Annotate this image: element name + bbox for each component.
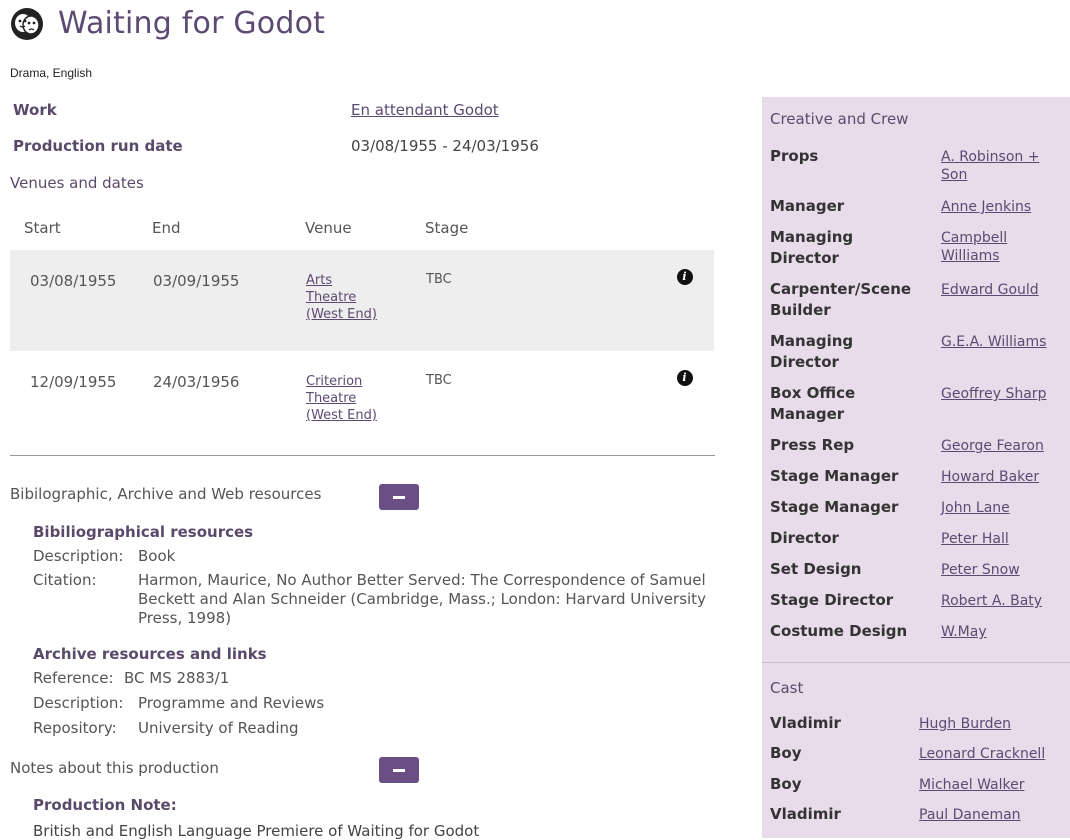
stage: TBC xyxy=(426,373,452,388)
end-date: 03/09/1955 xyxy=(153,272,240,290)
reference-value: BC MS 2883/1 xyxy=(124,669,230,687)
info-icon[interactable]: i xyxy=(676,269,693,285)
crew-name-link[interactable]: Robert A. Baty xyxy=(941,592,1066,610)
theatre-masks-icon xyxy=(11,7,43,40)
crew-role: Stage Manager xyxy=(770,498,899,516)
info-cell: i xyxy=(655,351,714,449)
crew-role: Managing Director xyxy=(770,228,854,267)
cast-role: Vladimir xyxy=(770,714,841,732)
production-note-text: British and English Language Premiere of… xyxy=(33,822,480,840)
crew-name-link[interactable]: G.E.A. Williams xyxy=(941,333,1066,351)
run-date-value: 03/08/1955 - 24/03/1956 xyxy=(351,137,539,155)
archive-description-value: Programme and Reviews xyxy=(138,694,325,712)
collapse-notes-button[interactable] xyxy=(379,757,419,783)
cast-role: Vladimir xyxy=(770,805,841,823)
col-end: End xyxy=(152,219,181,237)
venue-line: Theatre xyxy=(306,290,357,305)
divider xyxy=(10,455,715,456)
notes-heading: Notes about this production xyxy=(10,759,219,777)
crew-name-link[interactable]: Geoffrey Sharp xyxy=(941,385,1066,403)
cast-role: Boy xyxy=(770,744,802,762)
start-date: 03/08/1955 xyxy=(30,272,117,290)
crew-name-link[interactable]: W.May xyxy=(941,623,1066,641)
venue-link[interactable]: Criterion Theatre (West End) xyxy=(306,373,424,424)
venue-line: Theatre xyxy=(306,391,357,406)
sidebar: Creative and Crew Props A. Robinson + So… xyxy=(762,97,1070,838)
repository-key: Repository: xyxy=(33,719,117,737)
work-link[interactable]: En attendant Godot xyxy=(351,101,499,119)
work-label: Work xyxy=(13,101,57,119)
info-icon[interactable]: i xyxy=(676,370,693,386)
table-row: 12/09/1955 24/03/1956 Criterion Theatre … xyxy=(10,351,714,449)
stage: TBC xyxy=(426,272,452,287)
crew-role: Stage Director xyxy=(770,591,894,609)
venues-table: Start End Venue Stage 03/08/1955 03/09/1… xyxy=(10,206,714,449)
table-row: 03/08/1955 03/09/1955 Arts Theatre (West… xyxy=(10,250,714,351)
resources-heading: Bibilographic, Archive and Web resources xyxy=(10,485,322,503)
crew-role: Box Office Manager xyxy=(770,384,856,423)
crew-name-link[interactable]: Edward Gould xyxy=(941,281,1066,299)
venue-line: (West End) xyxy=(306,408,377,423)
venues-header-row: Start End Venue Stage xyxy=(10,206,714,250)
citation-key: Citation: xyxy=(33,571,97,589)
cast-name-link[interactable]: Michael Walker xyxy=(919,777,1024,793)
crew-name-link[interactable]: Campbell Williams xyxy=(941,229,1021,265)
start-date: 12/09/1955 xyxy=(30,373,117,391)
cast-role: Boy xyxy=(770,775,802,793)
venue-line: Arts xyxy=(306,273,333,288)
col-info xyxy=(655,206,714,250)
cast-name-link[interactable]: Paul Daneman xyxy=(919,807,1021,823)
crew-name-link[interactable]: Peter Hall xyxy=(941,530,1066,548)
crew-heading: Creative and Crew xyxy=(770,110,909,128)
run-date-label: Production run date xyxy=(13,137,183,155)
collapse-resources-button[interactable] xyxy=(379,484,419,510)
col-start: Start xyxy=(24,219,61,237)
info-cell: i xyxy=(655,250,714,351)
crew-role: Stage Manager xyxy=(770,467,899,485)
title-row: Waiting for Godot xyxy=(10,6,325,41)
page-title: Waiting for Godot xyxy=(58,6,326,41)
venue-line: (West End) xyxy=(306,307,377,322)
cast-heading: Cast xyxy=(770,679,804,697)
crew-name-link[interactable]: Howard Baker xyxy=(941,468,1066,486)
production-note-heading: Production Note: xyxy=(33,796,177,814)
cast-name-link[interactable]: Leonard Cracknell xyxy=(919,746,1045,762)
crew-role: Costume Design xyxy=(770,622,908,640)
col-stage: Stage xyxy=(425,219,469,237)
crew-role: Props xyxy=(770,147,819,165)
crew-name-link[interactable]: A. Robinson + Son xyxy=(941,148,1066,184)
crew-name-link[interactable]: George Fearon xyxy=(941,437,1066,455)
sidebar-divider xyxy=(762,662,1070,663)
genre-text: Drama, English xyxy=(10,66,93,80)
crew-role: Manager xyxy=(770,197,845,215)
archive-description-key: Description: xyxy=(33,694,124,712)
biblio-heading: Bibiliographical resources xyxy=(33,523,254,541)
crew-role: Carpenter/Scene Builder xyxy=(770,280,912,319)
venue-line: Criterion xyxy=(306,374,363,389)
end-date: 24/03/1956 xyxy=(153,373,240,391)
venues-heading: Venues and dates xyxy=(10,174,144,192)
crew-name-link[interactable]: Peter Snow xyxy=(941,561,1066,579)
crew-role: Managing Director xyxy=(770,332,854,371)
citation-value: Harmon, Maurice, No Author Better Served… xyxy=(138,571,706,627)
col-venue: Venue xyxy=(305,219,352,237)
venue-cell: Criterion Theatre (West End) xyxy=(305,351,425,449)
biblio-description-key: Description: xyxy=(33,547,124,565)
venue-cell: Arts Theatre (West End) xyxy=(305,250,425,351)
crew-role: Director xyxy=(770,529,839,547)
crew-role: Press Rep xyxy=(770,436,855,454)
venue-link[interactable]: Arts Theatre (West End) xyxy=(306,272,424,323)
cast-name-link[interactable]: Hugh Burden xyxy=(919,716,1011,732)
archive-heading: Archive resources and links xyxy=(33,645,267,663)
crew-name-link[interactable]: John Lane xyxy=(941,499,1066,517)
biblio-description-value: Book xyxy=(138,547,176,565)
reference-key: Reference: xyxy=(33,669,114,687)
crew-name-link[interactable]: Anne Jenkins xyxy=(941,198,1066,216)
repository-value: University of Reading xyxy=(138,719,299,737)
crew-role: Set Design xyxy=(770,560,862,578)
